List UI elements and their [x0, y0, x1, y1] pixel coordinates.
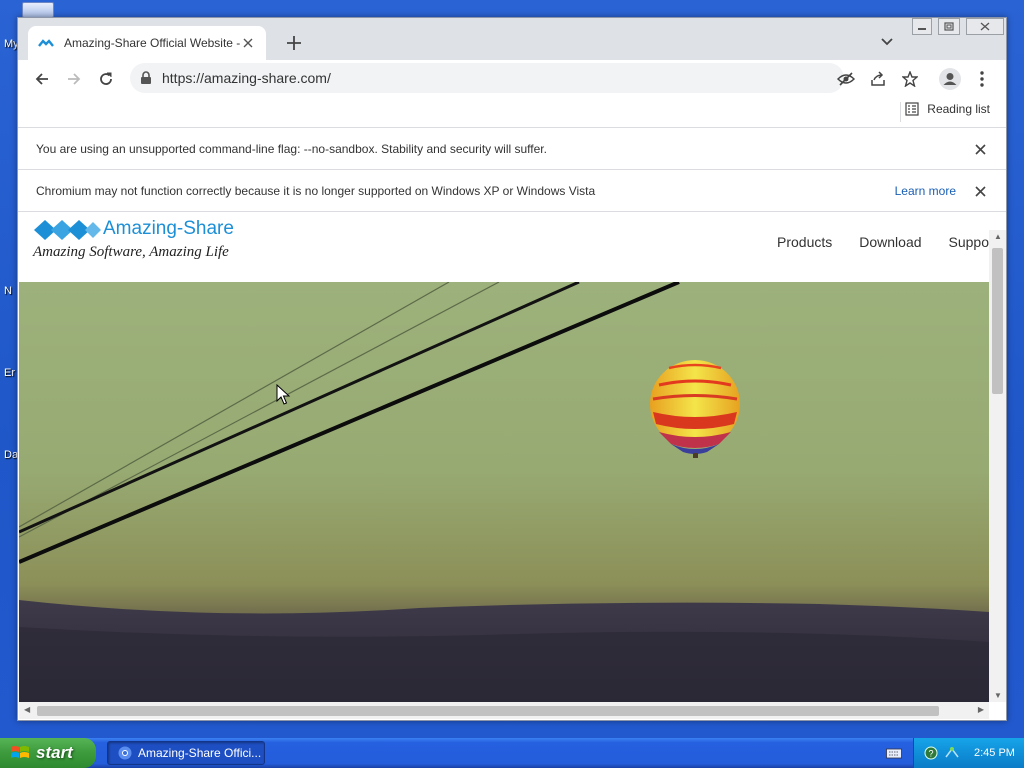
reading-list-button[interactable]: Reading list: [905, 102, 990, 116]
horizontal-scroll-thumb[interactable]: [37, 706, 939, 716]
reading-list-label: Reading list: [927, 102, 990, 116]
vertical-scroll-thumb[interactable]: [992, 248, 1003, 394]
site-nav: Products Download Suppo: [777, 234, 989, 250]
learn-more-link[interactable]: Learn more: [895, 184, 956, 198]
kebab-menu-icon[interactable]: [970, 67, 994, 91]
start-label: start: [36, 743, 73, 762]
nav-link-support[interactable]: Suppo: [949, 234, 989, 250]
desktop-label-fragment: Er: [4, 367, 15, 379]
star-icon[interactable]: [898, 67, 922, 91]
start-button[interactable]: start: [0, 738, 96, 768]
site-header: Amazing-Share Amazing Software, Amazing …: [19, 212, 989, 282]
clock: 2:45 PM: [974, 747, 1015, 759]
close-icon[interactable]: [972, 141, 988, 157]
infobar-unsupported-os: Chromium may not function correctly beca…: [18, 170, 1006, 212]
browser-window: Amazing-Share Official Website - Fo http…: [17, 17, 1007, 721]
browser-toolbar: https://amazing-share.com/: [18, 60, 1006, 98]
horizontal-scrollbar[interactable]: ◀ ▶: [19, 702, 989, 719]
vertical-scrollbar[interactable]: ▲ ▼: [989, 230, 1006, 702]
tab-title: Amazing-Share Official Website - Fo: [64, 36, 240, 50]
maximize-button[interactable]: [938, 18, 960, 35]
share-icon[interactable]: [866, 67, 890, 91]
profile-icon[interactable]: [938, 67, 962, 91]
keyboard-icon[interactable]: [886, 747, 902, 759]
close-window-button[interactable]: [966, 18, 1004, 35]
url-text: https://amazing-share.com/: [162, 70, 331, 86]
infobar-sandbox-warning: You are using an unsupported command-lin…: [18, 128, 1006, 170]
infobar-message: You are using an unsupported command-lin…: [36, 141, 547, 156]
desktop-label-fragment: N: [4, 285, 12, 297]
back-arrow-icon[interactable]: [30, 67, 54, 91]
new-tab-button[interactable]: [282, 31, 306, 55]
svg-text:?: ?: [928, 749, 933, 759]
desktop-icon-my-computer[interactable]: [22, 2, 54, 18]
brand-name[interactable]: Amazing-Share: [103, 218, 234, 240]
minimize-button[interactable]: [912, 18, 932, 35]
taskbar-item-browser[interactable]: Amazing-Share Offici...: [107, 741, 265, 765]
forward-arrow-icon[interactable]: [62, 67, 86, 91]
mouse-cursor-icon: [276, 384, 290, 405]
taskbar-item-label: Amazing-Share Offici...: [138, 746, 262, 760]
tab-strip: Amazing-Share Official Website - Fo: [18, 18, 1006, 60]
taskbar: start Amazing-Share Offici... ? 2:45 PM: [0, 738, 1024, 768]
tab-search-chevron-icon[interactable]: [878, 33, 896, 51]
site-favicon: [38, 39, 54, 47]
reading-list-icon: [905, 102, 919, 116]
infobar-message: Chromium may not function correctly beca…: [36, 183, 596, 198]
divider: [900, 102, 901, 122]
windows-logo-icon: [11, 746, 29, 758]
tab-active[interactable]: Amazing-Share Official Website - Fo: [28, 26, 266, 60]
eye-off-icon[interactable]: [834, 67, 858, 91]
reload-icon[interactable]: [94, 67, 118, 91]
tray-network-icon[interactable]: [944, 746, 960, 760]
system-tray: ? 2:45 PM: [913, 738, 1024, 768]
hero-banner-image: [19, 282, 989, 702]
close-icon[interactable]: [972, 183, 988, 199]
tray-help-icon[interactable]: ?: [924, 746, 938, 760]
lock-icon[interactable]: [140, 71, 152, 85]
bookmarks-bar: Reading list: [18, 98, 1006, 128]
page-viewport: Amazing-Share Amazing Software, Amazing …: [19, 212, 989, 702]
tab-close-icon[interactable]: [240, 35, 256, 51]
nav-link-products[interactable]: Products: [777, 234, 832, 250]
nav-link-download[interactable]: Download: [859, 234, 921, 250]
desktop-label-fragment: Da: [4, 449, 19, 461]
chromium-icon: [118, 746, 132, 760]
brand-tagline: Amazing Software, Amazing Life: [33, 244, 229, 260]
address-bar[interactable]: https://amazing-share.com/: [130, 63, 844, 93]
amazing-share-logo-icon[interactable]: [33, 218, 101, 242]
